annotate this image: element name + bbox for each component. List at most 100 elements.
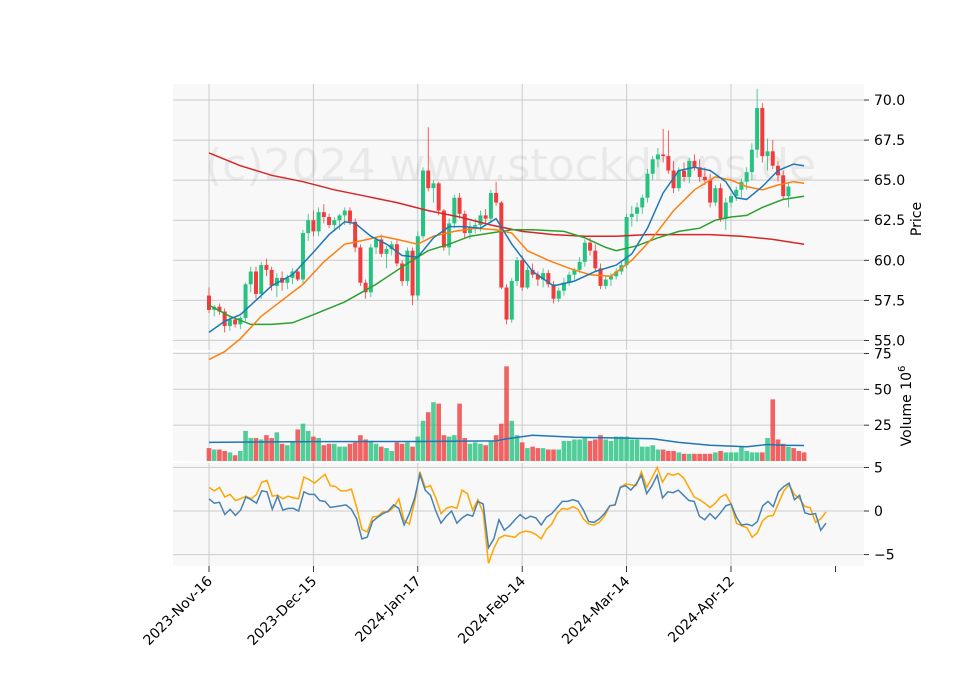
volume-bar: [274, 432, 280, 461]
volume-bar: [681, 453, 687, 461]
candle-body: [577, 261, 582, 270]
candle-body: [483, 215, 488, 219]
candle-body: [457, 197, 462, 214]
volume-bar: [540, 448, 546, 461]
candle-body: [556, 290, 561, 299]
volume-bar: [775, 439, 781, 461]
volume-bar: [504, 366, 509, 461]
volume-bar: [561, 440, 567, 461]
macd-tick-label: 5: [874, 460, 883, 476]
volume-bar: [780, 443, 786, 461]
volume-bar: [431, 402, 436, 461]
volume-bar: [467, 443, 473, 461]
volume-bar: [587, 440, 593, 461]
volume-bar: [457, 403, 462, 461]
volume-bar: [608, 440, 614, 461]
volume-tick-label: 25: [874, 418, 892, 434]
candle-body: [327, 217, 332, 226]
candle-body: [295, 271, 300, 280]
volume-bar: [363, 439, 368, 461]
volume-bar: [723, 452, 729, 461]
candle-body: [582, 242, 587, 262]
candle-body: [713, 188, 718, 203]
volume-bar: [592, 439, 598, 461]
volume-bar: [660, 449, 666, 461]
candle-body: [332, 220, 337, 226]
candle-body: [264, 265, 269, 270]
volume-bar: [493, 435, 499, 461]
volume-bar: [577, 439, 582, 461]
x-tick-label: 2024-Mar-14: [559, 573, 633, 647]
volume-bar: [290, 440, 295, 461]
volume-bar: [546, 449, 551, 461]
volume-bar: [530, 446, 535, 461]
candle-body: [635, 207, 640, 214]
volume-bar: [311, 436, 316, 461]
volume-bar: [728, 452, 734, 461]
volume-bar: [666, 450, 671, 461]
candle-body: [514, 260, 519, 282]
candle-body: [452, 197, 457, 224]
volume-bar: [399, 443, 405, 461]
volume-bar: [613, 436, 619, 461]
candle-body: [347, 210, 352, 222]
candle-body: [786, 186, 791, 197]
candle-body: [494, 192, 499, 203]
volume-bar: [483, 445, 488, 461]
stock-chart: (c)2024 www.stockdrops.de 2023-Nov-16 202…: [0, 0, 960, 690]
candle-body: [300, 233, 305, 280]
watermark: (c)2024 www.stockdrops.de: [205, 140, 816, 191]
volume-bar: [211, 449, 217, 461]
candle-body: [499, 202, 504, 288]
volume-bar: [295, 429, 301, 461]
chart-svg: (c)2024 www.stockdrops.de 2023-Nov-16 202…: [141, 84, 925, 649]
volume-bar: [619, 436, 624, 461]
candle-body: [233, 319, 238, 325]
macd-tick-label: −5: [874, 548, 895, 564]
volume-bar: [551, 449, 556, 461]
volume-bar: [650, 445, 655, 461]
volume-bar: [702, 453, 708, 461]
candle-body: [415, 236, 420, 296]
volume-bar: [525, 448, 530, 461]
candle-body: [509, 281, 514, 320]
volume-bar: [760, 452, 765, 461]
candle-body: [306, 220, 311, 234]
volume-bar: [358, 435, 363, 461]
price-tick-label: 57.5: [874, 293, 905, 309]
x-tick-label: 2023-Dec-15: [245, 574, 320, 649]
price-tick-label: 60.0: [874, 253, 905, 269]
candle-body: [682, 170, 687, 177]
volume-bar: [744, 450, 749, 461]
volume-bar: [368, 440, 374, 461]
candle-body: [321, 212, 326, 217]
volume-bar: [582, 438, 588, 461]
price-axis-label: Price: [909, 202, 925, 236]
volume-bar: [519, 442, 525, 461]
volume-bar: [227, 452, 233, 461]
macd-tick-label: 0: [874, 504, 883, 520]
price-tick-label: 70.0: [874, 93, 905, 109]
volume-bar: [321, 445, 327, 461]
candle-body: [384, 249, 389, 254]
candle-body: [708, 180, 713, 203]
volume-bar: [713, 452, 718, 461]
candle-body: [640, 197, 645, 208]
volume-bar: [446, 436, 452, 461]
candle-body: [520, 260, 525, 288]
volume-bar: [285, 445, 290, 461]
volume-bar: [337, 446, 342, 461]
volume-bar: [405, 442, 410, 461]
candle-body: [269, 269, 274, 286]
candle-body: [666, 156, 671, 171]
volume-bar: [624, 436, 629, 461]
candle-body: [426, 170, 431, 189]
volume-bar: [629, 439, 635, 461]
volume-bar: [639, 446, 645, 461]
candle-body: [629, 213, 634, 217]
candle-body: [259, 265, 264, 294]
volume-bar: [566, 440, 572, 461]
volume-tick-label: 75: [874, 346, 892, 362]
volume-axis-exponent: 6: [897, 366, 908, 372]
candle-body: [765, 151, 770, 157]
